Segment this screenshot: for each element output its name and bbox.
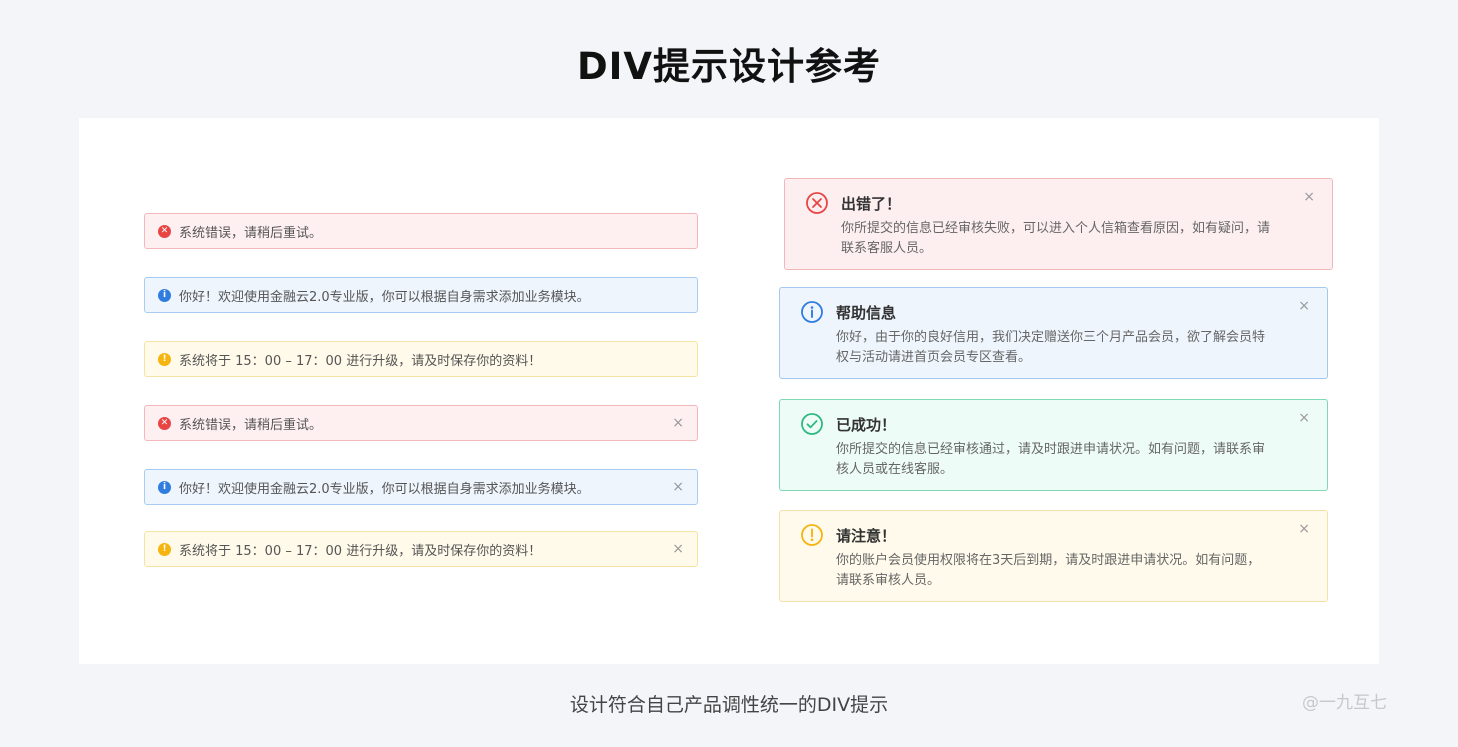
card-title: 帮助信息	[836, 304, 897, 322]
alert-error-closable: ✕ 系统错误，请稍后重试。 ×	[144, 405, 698, 441]
alert-text: 系统错误，请稍后重试。	[179, 225, 323, 241]
alert-info: i 你好！欢迎使用金融云2.0专业版，你可以根据自身需求添加业务模块。	[144, 277, 698, 313]
close-icon[interactable]: ×	[1298, 410, 1310, 426]
close-icon[interactable]: ×	[672, 541, 684, 557]
info-circle-icon	[801, 301, 823, 323]
card-error: 出错了！ 你所提交的信息已经审核失败，可以进入个人信箱查看原因，如有疑问，请联系…	[784, 178, 1333, 270]
alert-warning-closable: ! 系统将于 15：00 – 17：00 进行升级，请及时保存你的资料！ ×	[144, 531, 698, 567]
close-icon[interactable]: ×	[1298, 298, 1310, 314]
info-circle-icon: i	[158, 288, 171, 302]
alert-text: 系统错误，请稍后重试。	[179, 417, 323, 433]
alert-warning: ! 系统将于 15：00 – 17：00 进行升级，请及时保存你的资料！	[144, 341, 698, 377]
card-title: 出错了！	[841, 195, 902, 213]
card-title: 已成功！	[836, 416, 897, 434]
alert-info-closable: i 你好！欢迎使用金融云2.0专业版，你可以根据自身需求添加业务模块。 ×	[144, 469, 698, 505]
card-body: 你所提交的信息已经审核失败，可以进入个人信箱查看原因，如有疑问，请联系客服人员。	[841, 221, 1271, 256]
x-circle-icon: ✕	[158, 224, 171, 238]
close-icon[interactable]: ×	[1298, 521, 1310, 537]
alert-text: 你好！欢迎使用金融云2.0专业版，你可以根据自身需求添加业务模块。	[179, 481, 590, 497]
card-success: 已成功！ 你所提交的信息已经审核通过，请及时跟进申请状况。如有问题，请联系审核人…	[779, 399, 1328, 491]
exclamation-circle-icon: !	[158, 352, 171, 366]
exclamation-circle-icon	[801, 524, 823, 546]
card-body: 你所提交的信息已经审核通过，请及时跟进申请状况。如有问题，请联系审核人员或在线客…	[836, 442, 1266, 477]
info-circle-icon: i	[158, 480, 171, 494]
x-circle-icon	[806, 192, 828, 214]
footer-caption: 设计符合自己产品调性统一的DIV提示	[569, 694, 889, 716]
alert-text: 系统将于 15：00 – 17：00 进行升级，请及时保存你的资料！	[179, 353, 542, 369]
demo-panel: ✕ 系统错误，请稍后重试。 i 你好！欢迎使用金融云2.0专业版，你可以根据自身…	[79, 118, 1379, 664]
check-circle-icon	[801, 413, 823, 435]
alert-text: 系统将于 15：00 – 17：00 进行升级，请及时保存你的资料！	[179, 543, 542, 559]
alert-error: ✕ 系统错误，请稍后重试。	[144, 213, 698, 249]
card-warning: 请注意！ 你的账户会员使用权限将在3天后到期，请及时跟进申请状况。如有问题，请联…	[779, 510, 1328, 602]
page-title: DIV提示设计参考	[576, 45, 882, 88]
card-body: 你的账户会员使用权限将在3天后到期，请及时跟进申请状况。如有问题，请联系审核人员…	[836, 553, 1261, 588]
alert-text: 你好！欢迎使用金融云2.0专业版，你可以根据自身需求添加业务模块。	[179, 289, 590, 305]
close-icon[interactable]: ×	[672, 479, 684, 495]
card-body: 你好，由于你的良好信用，我们决定赠送你三个月产品会员，欲了解会员特权与活动请进首…	[836, 330, 1266, 365]
card-title: 请注意！	[836, 527, 897, 545]
close-icon[interactable]: ×	[672, 415, 684, 431]
card-info: 帮助信息 你好，由于你的良好信用，我们决定赠送你三个月产品会员，欲了解会员特权与…	[779, 287, 1328, 379]
exclamation-circle-icon: !	[158, 542, 171, 556]
watermark: @一九互七	[1302, 693, 1387, 713]
close-icon[interactable]: ×	[1303, 189, 1315, 205]
x-circle-icon: ✕	[158, 416, 171, 430]
